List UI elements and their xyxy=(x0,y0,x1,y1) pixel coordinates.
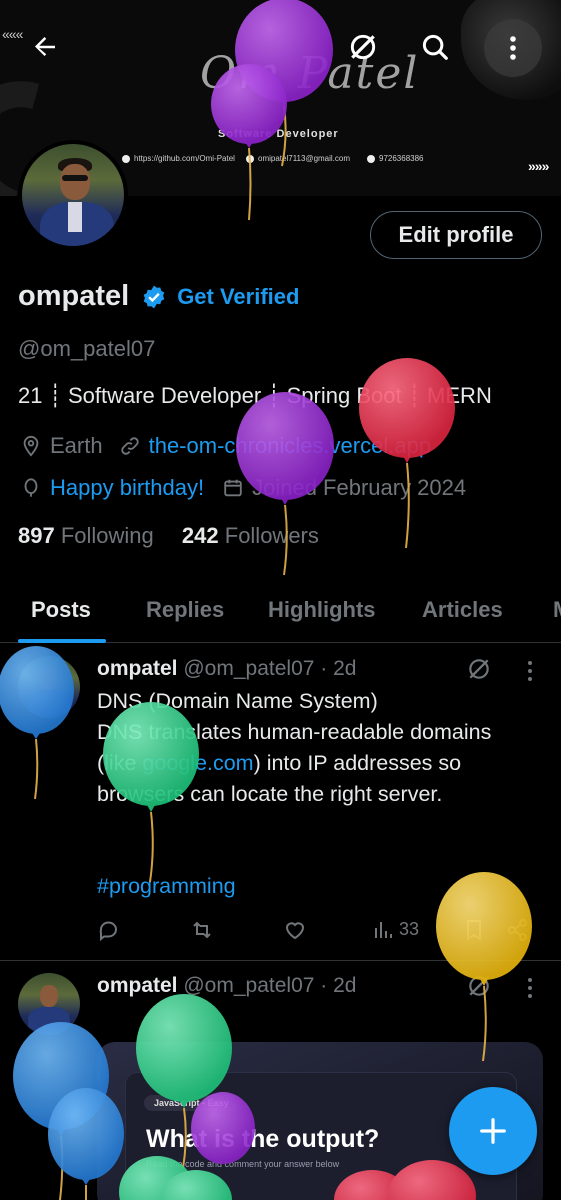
balloon-blue xyxy=(48,1088,124,1200)
balloon-red xyxy=(359,358,455,549)
plus-icon xyxy=(480,1118,506,1144)
balloon-green xyxy=(103,702,199,883)
balloon-red xyxy=(334,1160,476,1200)
balloon-purple xyxy=(191,1092,255,1164)
balloon-purple xyxy=(236,392,334,576)
balloon-blue xyxy=(0,646,74,800)
birthday-balloons-overlay xyxy=(0,0,532,1200)
balloon-purple xyxy=(211,64,287,221)
compose-button[interactable] xyxy=(449,1087,537,1175)
balloon-yellow xyxy=(436,872,532,1062)
